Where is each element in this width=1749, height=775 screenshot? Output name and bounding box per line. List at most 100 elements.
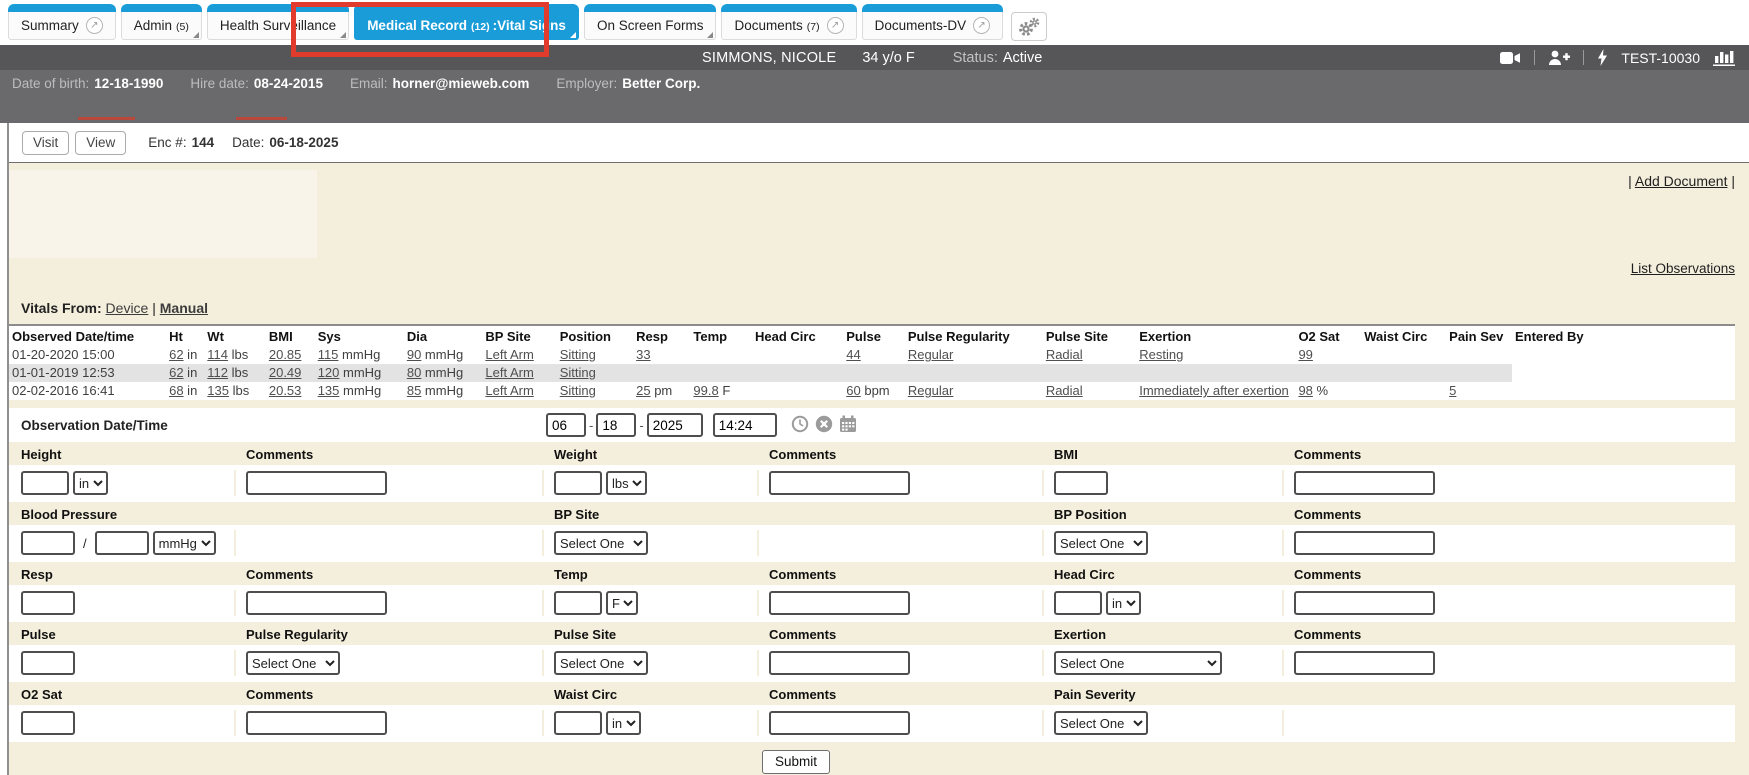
- popout-icon[interactable]: ↗: [973, 17, 990, 34]
- vitals-value-link[interactable]: 20.85: [269, 347, 302, 362]
- vitals-value-link[interactable]: 115: [318, 347, 339, 362]
- add-user-icon[interactable]: [1548, 50, 1570, 65]
- temp-comments-input[interactable]: [769, 591, 910, 615]
- clear-icon[interactable]: [815, 415, 833, 436]
- add-document-link[interactable]: Add Document: [1635, 173, 1728, 189]
- height-input[interactable]: [21, 471, 69, 495]
- tab-label: Admin: [134, 18, 172, 33]
- vitals-value-link[interactable]: 68: [169, 383, 183, 398]
- vitals-value-link[interactable]: 90: [407, 347, 421, 362]
- vitals-value-link[interactable]: Sitting: [560, 365, 596, 380]
- popout-icon[interactable]: ↗: [86, 17, 103, 34]
- vitals-value-link[interactable]: Left Arm: [485, 347, 533, 362]
- tab-on-screen-forms[interactable]: On Screen Forms: [584, 12, 717, 40]
- vitals-value-link[interactable]: Left Arm: [485, 365, 533, 380]
- weight-comments-input[interactable]: [769, 471, 910, 495]
- list-observations-link[interactable]: List Observations: [1631, 261, 1735, 276]
- weight-input[interactable]: [554, 471, 602, 495]
- vitals-value-link[interactable]: 5: [1449, 383, 1456, 398]
- vitals-value-link[interactable]: 80: [407, 365, 421, 380]
- vitals-value-link[interactable]: 85: [407, 383, 421, 398]
- tab-documents[interactable]: Documents(7)↗: [721, 12, 856, 40]
- temp-unit-select[interactable]: F: [606, 591, 638, 615]
- vitals-value-link[interactable]: 99.8: [693, 383, 718, 398]
- bp-site-select[interactable]: Select One: [554, 531, 648, 555]
- vitals-value-link[interactable]: 135: [318, 383, 340, 398]
- o2-sat-input[interactable]: [21, 711, 75, 735]
- exertion-select[interactable]: Select One: [1054, 651, 1222, 675]
- head-circ-comments-input[interactable]: [1294, 591, 1435, 615]
- vitals-value-link[interactable]: 114: [207, 347, 228, 362]
- bmi-input[interactable]: [1054, 471, 1108, 495]
- vitals-value-link[interactable]: 20.53: [269, 383, 302, 398]
- pulse-regularity-select[interactable]: Select One: [246, 651, 340, 675]
- bp-comments-input[interactable]: [1294, 531, 1435, 555]
- resp-comments-input[interactable]: [246, 591, 387, 615]
- blood-pressure-diastolic-input[interactable]: [95, 531, 149, 555]
- vitals-value-link[interactable]: 44: [846, 347, 860, 362]
- tab-admin[interactable]: Admin(5): [121, 12, 202, 40]
- vitals-value-link[interactable]: 20.49: [269, 365, 302, 380]
- calendar-icon[interactable]: [839, 415, 857, 436]
- pulse-site-select[interactable]: Select One: [554, 651, 648, 675]
- clock-icon[interactable]: [791, 415, 809, 436]
- obs-time-input[interactable]: [713, 413, 777, 437]
- blood-pressure-unit-select[interactable]: mmHg: [153, 531, 216, 555]
- vitals-value-link[interactable]: Immediately after exertion: [1139, 383, 1289, 398]
- height-unit-select[interactable]: in: [73, 471, 108, 495]
- waist-circ-comments-input[interactable]: [769, 711, 910, 735]
- waist-circ-unit-select[interactable]: in: [606, 711, 641, 735]
- vitals-value-link[interactable]: 25: [636, 383, 650, 398]
- chevron-down-icon: [707, 32, 713, 38]
- chart-icon[interactable]: [1713, 49, 1735, 66]
- tab-health-surveillance[interactable]: Health Surveillance: [207, 12, 349, 40]
- vitals-value-link[interactable]: Regular: [908, 383, 954, 398]
- blood-pressure-systolic-input[interactable]: [21, 531, 75, 555]
- vitals-value-link[interactable]: 135: [207, 383, 229, 398]
- device-link[interactable]: Device: [106, 300, 149, 316]
- resp-input[interactable]: [21, 591, 75, 615]
- height-comments-input[interactable]: [246, 471, 387, 495]
- vitals-value-link[interactable]: 62: [169, 365, 183, 380]
- vitals-value-link[interactable]: Regular: [908, 347, 954, 362]
- waist-circ-input[interactable]: [554, 711, 602, 735]
- tab-summary[interactable]: Summary↗: [8, 12, 116, 40]
- obs-day-input[interactable]: [596, 413, 636, 437]
- head-circ-input[interactable]: [1054, 591, 1102, 615]
- exertion-comments-input[interactable]: [1294, 651, 1435, 675]
- weight-unit-select[interactable]: lbs: [606, 471, 647, 495]
- settings-button[interactable]: [1011, 12, 1047, 41]
- tab-medical-record[interactable]: Medical Record(12):Vital Signs: [354, 12, 579, 40]
- obs-year-input[interactable]: [647, 413, 703, 437]
- temp-input[interactable]: [554, 591, 602, 615]
- vitals-value-link[interactable]: 98: [1298, 383, 1312, 398]
- pulse-comments-input[interactable]: [769, 651, 910, 675]
- vitals-value-link[interactable]: 60: [846, 383, 860, 398]
- tab-documents-dv[interactable]: Documents-DV↗: [862, 12, 1004, 40]
- obs-month-input[interactable]: [546, 413, 586, 437]
- pain-severity-select[interactable]: Select One: [1054, 711, 1148, 735]
- lightning-icon[interactable]: [1597, 49, 1608, 66]
- o2-sat-comments-input[interactable]: [246, 711, 387, 735]
- manual-link[interactable]: Manual: [160, 300, 208, 316]
- visit-button[interactable]: Visit: [22, 131, 69, 155]
- vitals-value-link[interactable]: Sitting: [560, 383, 596, 398]
- vitals-value-link[interactable]: Sitting: [560, 347, 596, 362]
- submit-button[interactable]: Submit: [762, 750, 830, 774]
- bmi-comments-input[interactable]: [1294, 471, 1435, 495]
- video-camera-icon[interactable]: [1500, 51, 1521, 65]
- vitals-value-link[interactable]: 62: [169, 347, 183, 362]
- vitals-value-link[interactable]: 112: [207, 365, 228, 380]
- view-button[interactable]: View: [75, 131, 126, 155]
- vitals-value-link[interactable]: Resting: [1139, 347, 1183, 362]
- head-circ-unit-select[interactable]: in: [1106, 591, 1141, 615]
- pulse-input[interactable]: [21, 651, 75, 675]
- vitals-value-link[interactable]: Radial: [1046, 347, 1083, 362]
- vitals-value-link[interactable]: 33: [636, 347, 650, 362]
- popout-icon[interactable]: ↗: [827, 17, 844, 34]
- vitals-value-link[interactable]: 120: [318, 365, 340, 380]
- vitals-value-link[interactable]: Radial: [1046, 383, 1083, 398]
- vitals-value-link[interactable]: Left Arm: [485, 383, 533, 398]
- vitals-value-link[interactable]: 99: [1298, 347, 1312, 362]
- bp-position-select[interactable]: Select One: [1054, 531, 1148, 555]
